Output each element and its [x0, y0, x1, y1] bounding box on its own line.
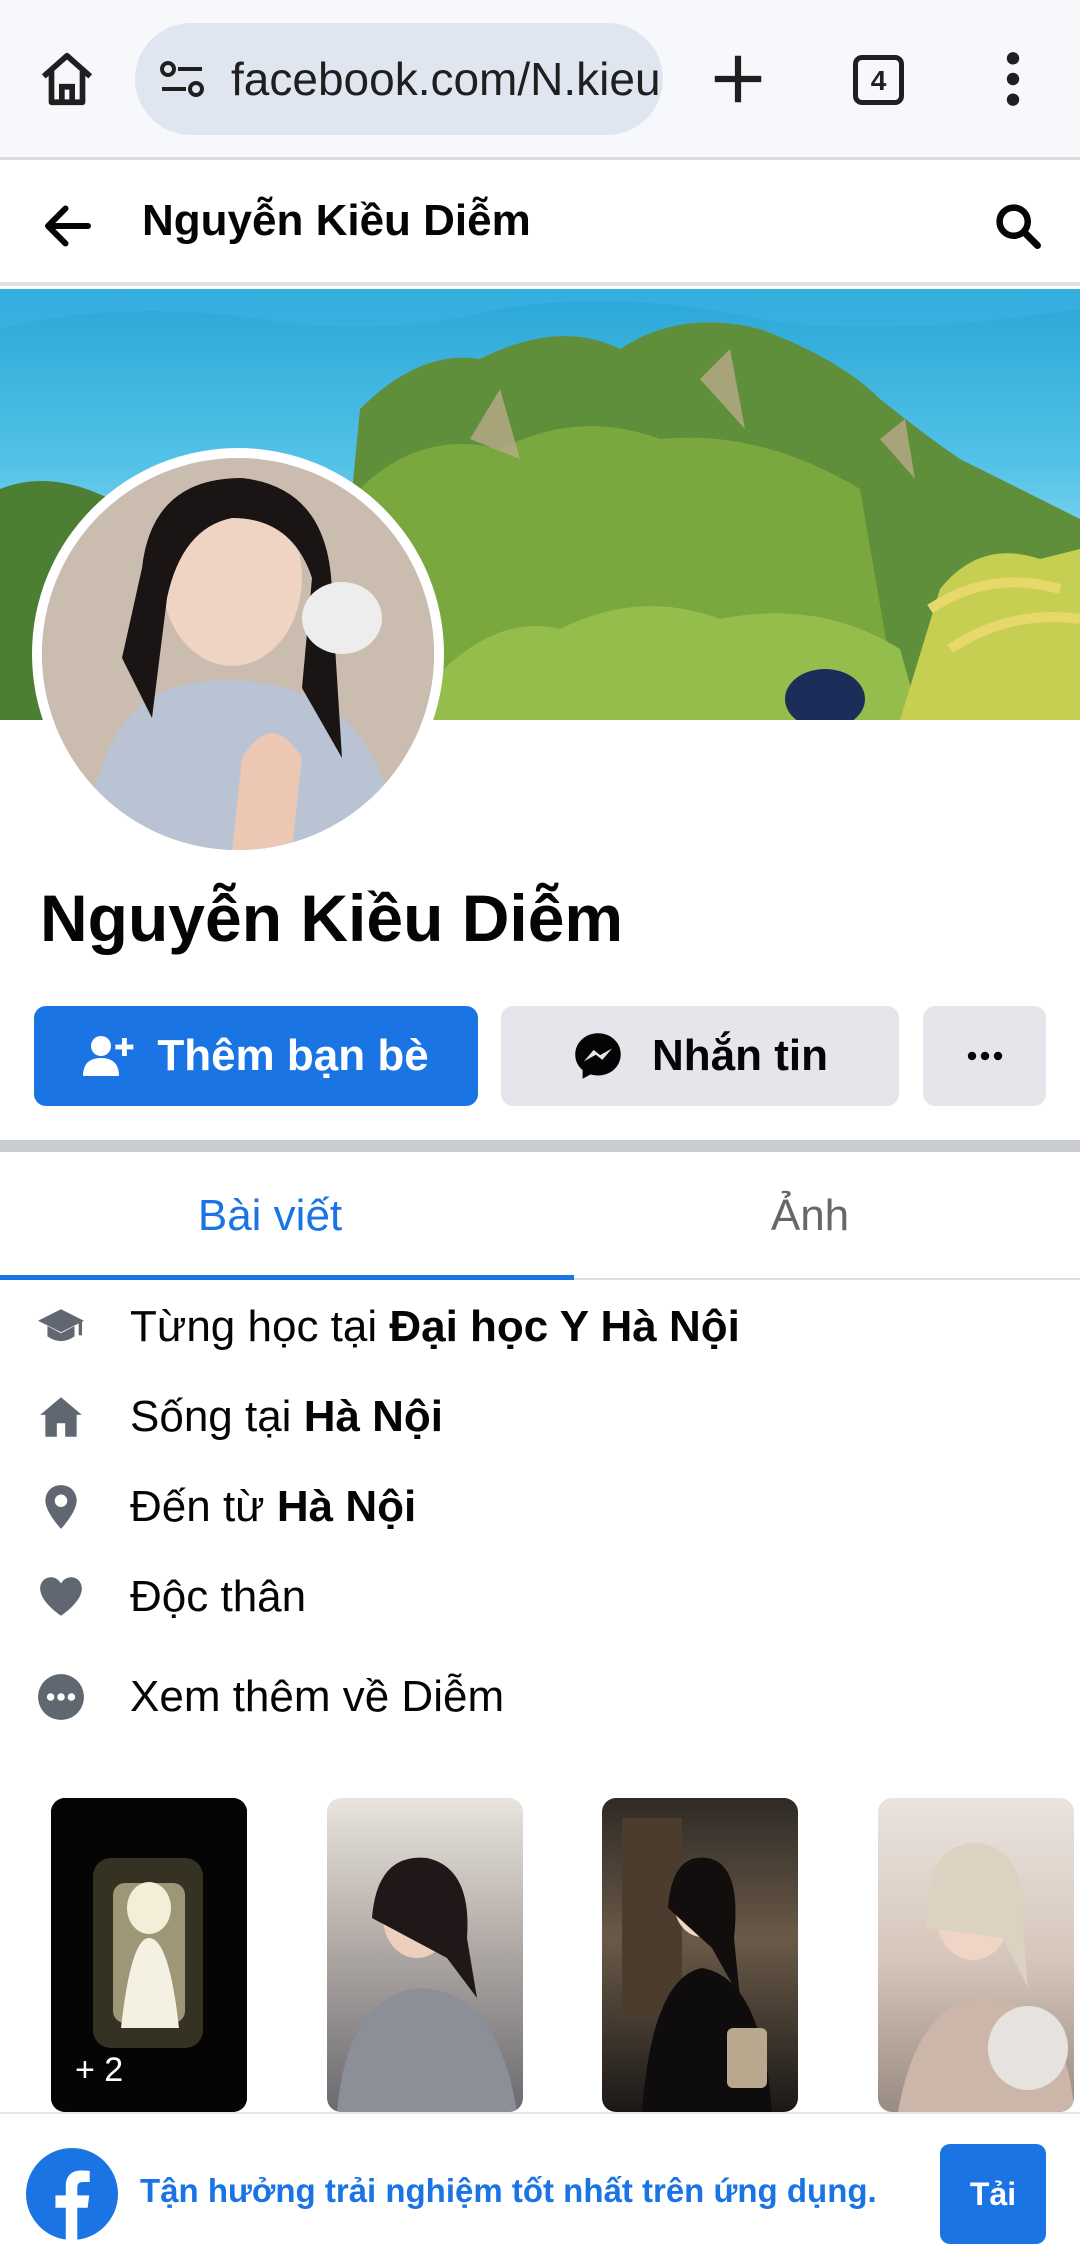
site-settings-icon[interactable] — [157, 57, 207, 101]
add-friend-label: Thêm bạn bè — [157, 1031, 429, 1080]
avatar-image — [42, 458, 434, 850]
add-friend-icon — [83, 1036, 134, 1076]
tab-posts[interactable]: Bài viết — [0, 1152, 540, 1280]
new-tab-icon[interactable] — [707, 48, 769, 110]
section-divider — [0, 1140, 1080, 1152]
tab-switcher-button[interactable]: 4 — [853, 55, 904, 105]
page: facebook.com/N.kieu 4 Nguyễn Kiều Diễm N… — [0, 0, 1080, 2266]
heart-icon — [40, 1577, 82, 1616]
facebook-logo-icon[interactable] — [26, 2148, 118, 2240]
url-text: facebook.com/N.kieu — [231, 53, 661, 105]
messenger-icon — [575, 1033, 621, 1079]
banner-text: Tận hưởng trải nghiệm tốt nhất trên ứng … — [140, 2172, 877, 2209]
see-more-about[interactable]: Xem thêm về Diễm — [0, 1657, 1080, 1737]
graduation-cap-icon — [38, 1309, 84, 1342]
see-more-label: Xem thêm về Diễm — [130, 1672, 505, 1721]
featured-photo[interactable]: + 2 — [51, 1798, 247, 2112]
photo-thumbnail — [337, 1857, 517, 2112]
education-prefix: Từng học tại — [130, 1302, 390, 1351]
profile-name: Nguyễn Kiều Diễm — [40, 881, 624, 955]
photo-thumbnail — [898, 1843, 1074, 2112]
back-arrow-icon[interactable] — [38, 196, 98, 256]
download-app-button[interactable]: Tải — [940, 2144, 1046, 2244]
home-icon — [40, 1397, 82, 1437]
active-tab-indicator — [0, 1275, 574, 1280]
overflow-menu-icon[interactable] — [998, 48, 1028, 110]
add-friend-button[interactable]: Thêm bạn bè — [34, 1006, 478, 1106]
current-city-prefix: Sống tại — [130, 1392, 304, 1441]
profile-header: Nguyễn Kiều Diễm — [0, 162, 1080, 286]
intro-current-city: Sống tại Hà Nội — [0, 1377, 1080, 1457]
hometown-prefix: Đến từ — [130, 1482, 277, 1531]
featured-photo[interactable] — [602, 1798, 798, 2112]
header-title: Nguyễn Kiều Diễm — [142, 196, 531, 245]
education-school[interactable]: Đại học Y Hà Nội — [389, 1302, 739, 1351]
photo-more-count: + 2 — [75, 2051, 124, 2089]
more-dots-icon — [967, 1051, 1002, 1061]
intro-education: Từng học tại Đại học Y Hà Nội — [0, 1287, 1080, 1367]
location-pin-icon — [45, 1485, 77, 1529]
message-label: Nhắn tin — [652, 1031, 828, 1080]
profile-tabs: Bài viết Ảnh — [0, 1152, 1080, 1280]
search-icon[interactable] — [992, 200, 1044, 252]
relationship-text: Độc thân — [130, 1572, 307, 1621]
tab-photos[interactable]: Ảnh — [540, 1152, 1080, 1280]
message-button[interactable]: Nhắn tin — [501, 1006, 899, 1106]
intro-relationship: Độc thân — [0, 1557, 1080, 1637]
home-icon[interactable] — [36, 48, 98, 110]
intro-hometown: Đến từ Hà Nội — [0, 1467, 1080, 1547]
browser-toolbar: facebook.com/N.kieu 4 — [0, 0, 1080, 160]
current-city-value[interactable]: Hà Nội — [304, 1392, 443, 1441]
featured-photo[interactable] — [327, 1798, 523, 2112]
more-dots-icon — [38, 1674, 84, 1720]
open-app-banner: Tận hưởng trải nghiệm tốt nhất trên ứng … — [0, 2112, 1080, 2266]
featured-photo[interactable] — [878, 1798, 1074, 2112]
more-options-button[interactable] — [923, 1006, 1046, 1106]
hometown-value[interactable]: Hà Nội — [277, 1482, 416, 1531]
photo-thumbnail — [622, 1818, 772, 2112]
address-bar[interactable]: facebook.com/N.kieu — [135, 23, 663, 135]
profile-avatar[interactable] — [32, 448, 444, 860]
